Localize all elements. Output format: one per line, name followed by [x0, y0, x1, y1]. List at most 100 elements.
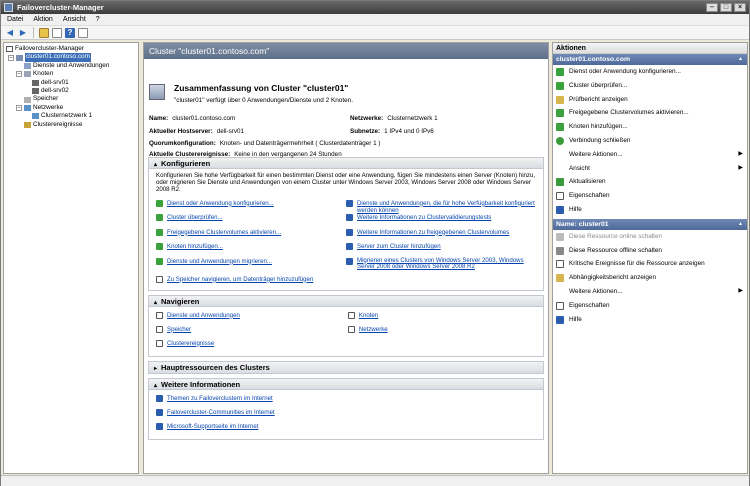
console-tree-icon[interactable] [52, 27, 62, 38]
action-dependency-report[interactable]: Abhängigkeitsbericht anzeigen [553, 271, 747, 285]
tree-item-events[interactable]: Clusterereignisse [4, 121, 138, 129]
action-add-node[interactable]: Knoten hinzufügen... [553, 120, 747, 134]
tree-item-networks[interactable]: – Netzwerke [4, 104, 138, 112]
actions-group-cluster[interactable]: cluster01.contoso.com [553, 54, 747, 65]
info-icon [346, 228, 353, 236]
link-validate-cluster[interactable]: Cluster überprüfen... [167, 214, 223, 221]
wizard-icon [156, 199, 163, 207]
action-help[interactable]: Hilfe [553, 203, 747, 217]
tree-item-services[interactable]: Dienste und Anwendungen [4, 62, 138, 70]
link-add-server-info[interactable]: Server zum Cluster hinzufügen [357, 243, 441, 250]
help-icon [556, 205, 564, 214]
forward-arrow-icon[interactable]: ▶ [18, 28, 28, 38]
nav-link-nodes[interactable]: Knoten [359, 312, 378, 319]
link-migrate-services[interactable]: Dienste und Anwendungen migrieren... [167, 258, 272, 265]
action-view[interactable]: Ansicht ▶ [553, 162, 747, 176]
quorum-value: Knoten- und Datenträgermehrheit ( Cluste… [219, 140, 381, 147]
name-row: Name: cluster01.contoso.com [149, 115, 235, 122]
nav-link-services[interactable]: Dienste und Anwendungen [167, 312, 240, 319]
link-configure-service[interactable]: Dienst oder Anwendung konfigurieren... [167, 200, 274, 207]
action-critical-events[interactable]: Kritische Ereignisse für die Ressource a… [553, 257, 747, 271]
tree-item-nodes[interactable]: – Knoten [4, 70, 138, 78]
tree-label: Speicher [33, 95, 59, 103]
action-properties-2[interactable]: Eigenschaften [553, 299, 747, 313]
action-bring-online[interactable]: Diese Ressource online schalten [553, 230, 747, 244]
nav-link-storage[interactable]: Speicher [167, 326, 191, 333]
action-configure-service[interactable]: Dienst oder Anwendung konfigurieren... [553, 65, 747, 79]
action-more-actions[interactable]: Weitere Aktionen... ▶ [553, 148, 747, 162]
link-communities-web[interactable]: Failovercluster-Communities im Internet [167, 409, 275, 416]
collapse-icon[interactable]: – [8, 54, 14, 61]
folder-icon[interactable] [39, 27, 49, 38]
more-info-header[interactable]: ▴ Weitere Informationen [149, 378, 543, 390]
action-label: Eigenschaften [569, 192, 610, 200]
maximize-button[interactable]: □ [720, 3, 732, 12]
tree-item-storage[interactable]: Speicher [4, 95, 138, 103]
action-validate-cluster[interactable]: Cluster überprüfen... [553, 79, 747, 93]
link-storage-navigate[interactable]: Zu Speicher navigieren, um Datenträger h… [167, 276, 313, 283]
collapse-icon[interactable]: – [16, 104, 22, 111]
action-label: Aktualisieren [569, 178, 606, 186]
back-arrow-icon[interactable]: ◀ [5, 28, 15, 38]
close-connection-icon [556, 136, 564, 145]
tree-item-cluster[interactable]: – cluster01.contoso.com [4, 53, 138, 62]
core-resources-header[interactable]: ▸ Hauptressourcen des Clusters [149, 361, 543, 373]
configure-header[interactable]: ▴ Konfigurieren [149, 158, 543, 169]
core-resources-title: Hauptressourcen des Clusters [161, 362, 270, 372]
link-migration-info[interactable]: Migrieren eines Clusters von Windows Ser… [357, 257, 536, 271]
info-icon [346, 257, 353, 265]
link-validation-info[interactable]: Weitere Informationen zu Clustervalidier… [357, 214, 491, 221]
report-icon [556, 95, 564, 104]
info-icon [346, 214, 353, 222]
wizard-icon [556, 68, 564, 76]
action-help-2[interactable]: Hilfe [553, 313, 747, 327]
menu-datei[interactable]: Datei [7, 14, 23, 25]
navigate-header[interactable]: ▴ Navigieren [149, 295, 543, 307]
action-label: Hilfe [569, 205, 582, 213]
tree-item-network1[interactable]: Clusternetzwerk 1 [4, 112, 138, 120]
close-button[interactable]: × [734, 3, 746, 12]
nav-link-events[interactable]: Clusterereignisse [167, 340, 214, 347]
core-resources-section: ▸ Hauptressourcen des Clusters [148, 360, 544, 374]
action-label: Verbindung schließen [569, 136, 631, 144]
tree-item-root[interactable]: Failovercluster-Manager [4, 45, 138, 53]
link-ha-services-info[interactable]: Dienste und Anwendungen, die für hohe Ve… [357, 200, 536, 214]
menu-aktion[interactable]: Aktion [33, 14, 52, 25]
toolbar-separator [33, 27, 34, 38]
toolbar: ◀ ▶ ? [1, 26, 749, 40]
collapse-icon[interactable]: – [16, 71, 22, 78]
action-enable-csv[interactable]: Freigegebene Clustervolumes aktivieren..… [553, 106, 747, 120]
action-pane-icon[interactable] [78, 27, 88, 38]
configure-text: Konfigurieren Sie hohe Verfügbarkeit für… [156, 172, 536, 194]
link-enable-csv[interactable]: Freigegebene Clustervolumes aktivieren..… [167, 229, 281, 236]
host-label: Aktueller Hostserver: [149, 128, 213, 135]
wizard-icon [156, 228, 163, 236]
tree-item-node2[interactable]: dell-srv02 [4, 87, 138, 95]
minimize-button[interactable]: – [706, 3, 718, 12]
wizard-icon [556, 81, 564, 90]
action-label: Cluster überprüfen... [569, 81, 628, 89]
tree-label: Knoten [33, 70, 54, 78]
configure-title: Konfigurieren [161, 159, 211, 168]
tree-item-node1[interactable]: dell-srv01 [4, 79, 138, 87]
app-icon [4, 3, 13, 12]
help-icon[interactable]: ? [65, 27, 75, 38]
menu-help[interactable]: ? [96, 14, 100, 25]
navigate-icon [347, 325, 355, 333]
actions-header: Aktionen [553, 43, 747, 54]
link-topics-web[interactable]: Themen zu Failoverclustern im Internet [167, 395, 273, 402]
action-take-offline[interactable]: Diese Ressource offline schalten [553, 244, 747, 258]
actions-group-name[interactable]: Name: cluster01 [553, 218, 747, 230]
link-csv-info[interactable]: Weitere Informationen zu freigegebenen C… [357, 229, 509, 236]
menu-ansicht[interactable]: Ansicht [63, 14, 86, 25]
action-close-connection[interactable]: Verbindung schließen [553, 134, 747, 148]
action-properties[interactable]: Eigenschaften [553, 189, 747, 203]
action-label: Prüfbericht anzeigen [569, 95, 628, 103]
nav-link-networks[interactable]: Netzwerke [359, 326, 388, 333]
link-add-node[interactable]: Knoten hinzufügen... [167, 243, 223, 250]
wizard-icon [156, 257, 163, 265]
action-more-actions-2[interactable]: Weitere Aktionen... ▶ [553, 285, 747, 299]
action-refresh[interactable]: Aktualisieren [553, 175, 747, 189]
link-support-web[interactable]: Microsoft-Supportseite im Internet [167, 423, 258, 430]
action-view-report[interactable]: Prüfbericht anzeigen [553, 93, 747, 107]
